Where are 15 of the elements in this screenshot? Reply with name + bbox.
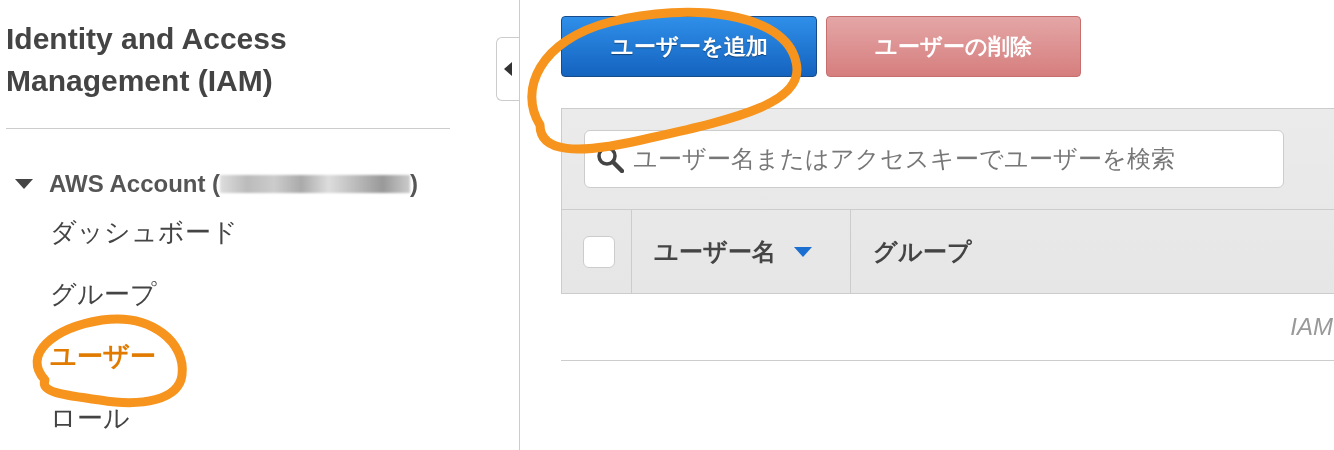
select-all-checkbox[interactable] <box>583 235 615 268</box>
collapse-tab[interactable] <box>496 37 519 101</box>
nav-item[interactable]: ダッシュボード <box>50 214 238 250</box>
nav-item[interactable]: グループ <box>50 276 157 312</box>
search-field[interactable]: ユーザー名またはアクセスキーでユーザーを検索 <box>584 130 1284 188</box>
column-header[interactable]: ユーザー名 <box>654 235 776 268</box>
nav-item[interactable]: ロール <box>50 400 130 436</box>
footer-text: IAM <box>1290 313 1333 341</box>
collapse-triangle-icon[interactable] <box>15 179 33 189</box>
collapse-arrow-icon <box>504 62 512 76</box>
sidebar-title: Identity and Access Management (IAM) <box>6 21 288 99</box>
column-header[interactable]: グループ <box>873 235 972 268</box>
account-label-end: ) <box>410 170 419 198</box>
sort-caret-icon[interactable] <box>794 246 812 257</box>
account-label[interactable]: AWS Account ( <box>49 170 221 198</box>
